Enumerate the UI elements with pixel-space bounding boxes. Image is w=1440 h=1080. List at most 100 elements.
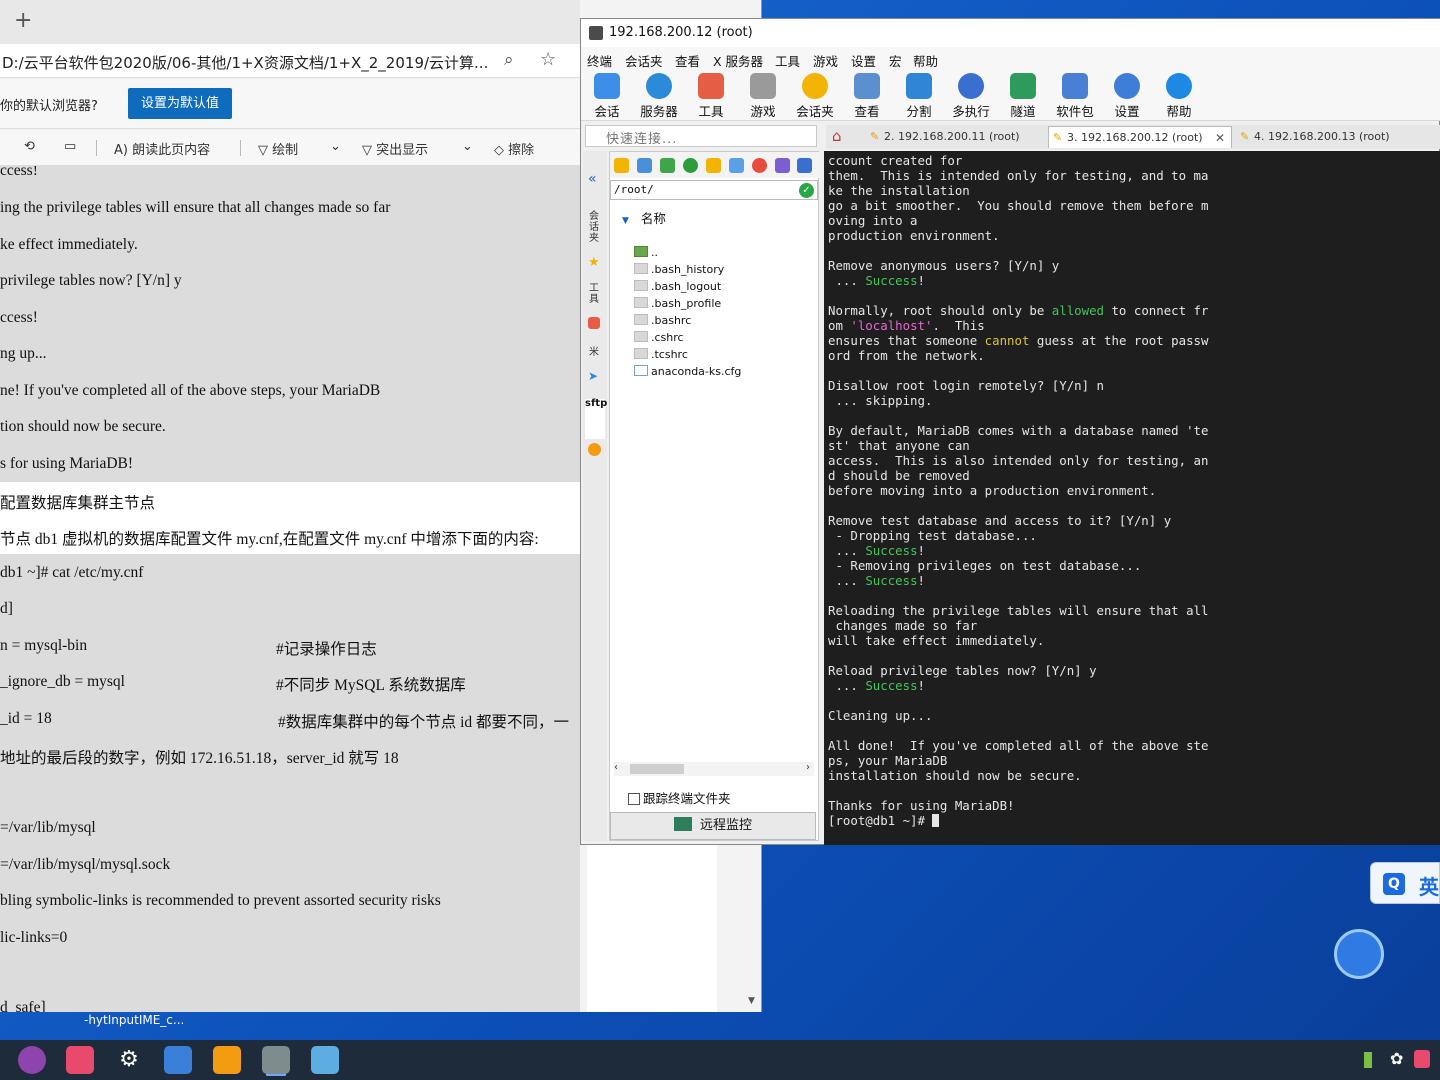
menu-view[interactable]: 查看 bbox=[675, 51, 700, 70]
gamepad-icon bbox=[750, 73, 776, 99]
side-tab-sftp[interactable]: sftp bbox=[585, 399, 607, 439]
refresh-icon[interactable] bbox=[683, 158, 698, 173]
taskbar-app-icon[interactable] bbox=[311, 1046, 339, 1074]
menu-tools[interactable]: 工具 bbox=[775, 51, 800, 70]
scroll-right-icon[interactable]: › bbox=[806, 762, 810, 773]
list-item[interactable]: .bash_logout bbox=[634, 280, 721, 293]
tab-session-3[interactable]: ✎ 3. 192.168.200.12 (root) ✕ bbox=[1048, 126, 1232, 148]
menu-terminal[interactable]: 终端 bbox=[587, 51, 612, 70]
list-item[interactable]: .bash_history bbox=[634, 263, 724, 276]
menu-games[interactable]: 游戏 bbox=[813, 51, 838, 70]
terminal[interactable]: ccount created for them. This is intende… bbox=[824, 151, 1440, 845]
quick-connect-input[interactable]: 快速连接... bbox=[585, 125, 817, 147]
follow-terminal-checkbox[interactable]: 跟踪终端文件夹 bbox=[628, 788, 731, 807]
erase-button[interactable]: ◇ 擦除 bbox=[494, 139, 534, 158]
close-icon[interactable]: ✕ bbox=[1215, 127, 1225, 149]
server-icon bbox=[646, 73, 672, 99]
tray-app-icon[interactable] bbox=[1414, 1050, 1430, 1068]
properties-icon[interactable] bbox=[797, 158, 812, 173]
download-icon[interactable] bbox=[637, 158, 652, 173]
tool-help[interactable]: 帮助 bbox=[1155, 73, 1203, 120]
list-item[interactable]: .bashrc bbox=[634, 314, 691, 327]
zoom-icon[interactable]: ⌕ bbox=[504, 50, 514, 70]
tool-games[interactable]: 游戏 bbox=[739, 73, 787, 120]
rename-icon[interactable] bbox=[775, 158, 790, 173]
collapse-chevron-icon[interactable]: « bbox=[588, 171, 597, 187]
send-icon: ➤ bbox=[588, 369, 599, 383]
doc-line: ke effect immediately. bbox=[0, 236, 138, 253]
list-item[interactable]: .bash_profile bbox=[634, 297, 721, 310]
menu-sessions[interactable]: 会话夹 bbox=[625, 51, 663, 70]
tool-split[interactable]: 分割 bbox=[895, 73, 943, 120]
read-aloud-label: 朗读此页内容 bbox=[132, 143, 211, 158]
tool-packages[interactable]: 软件包 bbox=[1051, 73, 1099, 120]
side-tab-transfer[interactable]: 米 bbox=[589, 347, 601, 358]
open-folder-icon[interactable] bbox=[614, 158, 629, 173]
draw-button[interactable]: ▽ 绘制 bbox=[258, 139, 298, 158]
address-bar[interactable]: D:/云平台软件包2020版/06-其他/1+X资源文档/1+X_2_2019/… bbox=[0, 44, 580, 78]
sftp-column-header[interactable]: ▼ 名称 bbox=[622, 208, 666, 227]
rotate-icon[interactable]: ⟲ bbox=[24, 139, 35, 154]
side-tab-sessions[interactable]: 会话夹 bbox=[589, 211, 601, 244]
battery-icon[interactable] bbox=[1364, 1052, 1372, 1068]
new-folder-icon[interactable] bbox=[706, 158, 721, 173]
favorite-star-icon[interactable]: ☆ bbox=[540, 49, 556, 70]
menu-help[interactable]: 帮助 bbox=[913, 51, 938, 70]
highlight-dropdown-chevron-icon[interactable]: ⌄ bbox=[462, 139, 473, 154]
list-item[interactable]: anaconda-ks.cfg bbox=[634, 365, 741, 378]
menu-x-server[interactable]: X 服务器 bbox=[713, 51, 763, 70]
taskbar-app-icon[interactable] bbox=[262, 1046, 290, 1074]
settings-tray-icon[interactable]: ✿ bbox=[1390, 1049, 1403, 1068]
scroll-down-arrow-icon[interactable]: ▼ bbox=[748, 996, 755, 1006]
check-icon[interactable]: ✓ bbox=[799, 183, 814, 198]
ime-logo-icon[interactable]: Q bbox=[1383, 873, 1405, 895]
tab-session-4[interactable]: ✎ 4. 192.168.200.13 (root) bbox=[1236, 126, 1426, 148]
ime-toolbar[interactable]: Q 英 bbox=[1370, 862, 1440, 904]
set-default-button[interactable]: 设置为默认值 bbox=[128, 88, 232, 119]
sftp-icon bbox=[588, 443, 601, 456]
menu-settings[interactable]: 设置 bbox=[851, 51, 876, 70]
taskbar-app-icon[interactable] bbox=[164, 1046, 192, 1074]
taskbar-app-icon[interactable] bbox=[66, 1046, 94, 1074]
new-file-icon[interactable] bbox=[729, 158, 744, 173]
list-item[interactable]: .tcshrc bbox=[634, 348, 688, 361]
tool-view[interactable]: 查看 bbox=[843, 73, 891, 120]
draw-dropdown-chevron-icon[interactable]: ⌄ bbox=[330, 139, 341, 154]
tool-server[interactable]: 服务器 bbox=[635, 73, 683, 120]
new-tab-button[interactable]: + bbox=[14, 10, 36, 32]
sftp-horizontal-scrollbar[interactable]: ‹ › bbox=[614, 762, 814, 776]
taskbar-app-icon[interactable] bbox=[213, 1046, 241, 1074]
taskbar-app-icon[interactable] bbox=[18, 1046, 46, 1074]
remote-monitor-button[interactable]: 远程监控 bbox=[610, 812, 816, 840]
sftp-path-text: /root/ bbox=[614, 183, 654, 196]
checkbox-icon[interactable] bbox=[628, 793, 640, 805]
tool-favorites[interactable]: 会话夹 bbox=[791, 73, 839, 120]
floating-assistant-ball[interactable] bbox=[1334, 929, 1384, 979]
scrollbar-thumb[interactable] bbox=[630, 764, 684, 774]
scroll-left-icon[interactable]: ‹ bbox=[614, 762, 618, 773]
tool-session[interactable]: 会话 bbox=[583, 73, 631, 120]
home-tab-icon[interactable]: ⌂ bbox=[832, 127, 842, 145]
tool-multi-exec[interactable]: 多执行 bbox=[947, 73, 995, 120]
list-item[interactable]: .. bbox=[634, 246, 658, 259]
session-icon bbox=[594, 73, 620, 99]
browser-scrollbar[interactable] bbox=[717, 843, 761, 1012]
gear-icon[interactable]: ⚙ bbox=[115, 1046, 143, 1074]
sftp-path-input[interactable]: /root/ ✓ bbox=[610, 180, 818, 200]
menu-macro[interactable]: 宏 bbox=[889, 51, 902, 70]
address-text[interactable]: D:/云平台软件包2020版/06-其他/1+X资源文档/1+X_2_2019/… bbox=[2, 52, 492, 73]
tool-settings[interactable]: 设置 bbox=[1103, 73, 1151, 120]
tool-tunnel[interactable]: 隧道 bbox=[999, 73, 1047, 120]
read-aloud-button[interactable]: A) 朗读此页内容 bbox=[114, 139, 210, 158]
tab-session-2[interactable]: ✎ 2. 192.168.200.11 (root) bbox=[866, 126, 1046, 148]
side-tab-tools[interactable]: 工具 bbox=[589, 283, 601, 305]
highlight-button[interactable]: ▽ 突出显示 bbox=[362, 139, 428, 158]
fit-page-icon[interactable]: ▭ bbox=[64, 139, 76, 154]
ime-mode-label[interactable]: 英 bbox=[1419, 871, 1439, 900]
tool-tools[interactable]: 工具 bbox=[687, 73, 735, 120]
list-item[interactable]: .cshrc bbox=[634, 331, 684, 344]
ime-tooltip: -hytInputIME_c... bbox=[84, 1013, 185, 1027]
delete-icon[interactable] bbox=[752, 158, 767, 173]
upload-icon[interactable] bbox=[660, 158, 675, 173]
xshell-titlebar[interactable]: 192.168.200.12 (root) bbox=[581, 19, 1440, 47]
